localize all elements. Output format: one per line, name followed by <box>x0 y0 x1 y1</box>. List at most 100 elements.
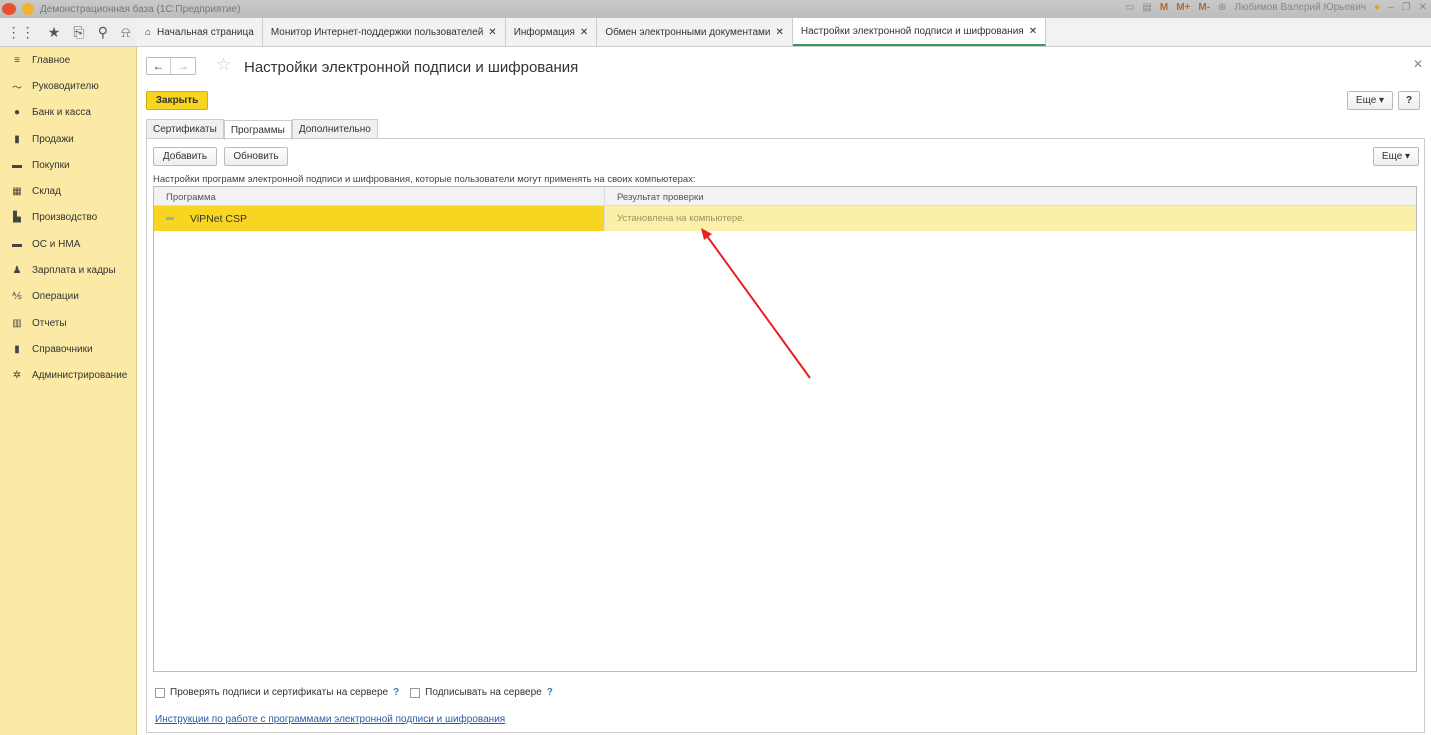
close-button[interactable]: Закрыть <box>146 91 208 110</box>
tab-label: Монитор Интернет-поддержки пользователей <box>270 26 484 38</box>
program-name: ViPNet CSP <box>190 212 247 225</box>
sidebar-item[interactable]: ✲ Администрирование <box>0 363 136 389</box>
app-logo-icon <box>2 3 16 15</box>
sidebar-item[interactable]: ▙ Производство <box>0 205 136 231</box>
operations-icon: ⅍ <box>12 291 22 303</box>
tab-info[interactable]: Информация ✕ <box>506 18 598 46</box>
favorites-star-icon[interactable]: ★ <box>48 24 61 41</box>
history-icon[interactable]: ⎘ <box>73 24 84 41</box>
sign-server-checkbox[interactable] <box>410 687 421 698</box>
sidebar-item-label: Продажи <box>32 133 74 145</box>
bell-icon[interactable]: ⍾ <box>121 24 130 41</box>
close-icon[interactable]: ✕ <box>776 27 784 38</box>
close-icon[interactable]: ✕ <box>580 27 588 38</box>
refresh-button[interactable]: Обновить <box>224 147 288 166</box>
sidebar-item[interactable]: ♟ Зарплата и кадры <box>0 257 136 283</box>
tab-edo[interactable]: Обмен электронными документами ✕ <box>597 18 793 46</box>
zoom-icon[interactable]: ⊕ <box>1218 2 1226 13</box>
tab-programs[interactable]: Программы <box>223 120 292 140</box>
minimize-icon[interactable]: – <box>1388 2 1394 13</box>
add-button[interactable]: Добавить <box>153 147 217 166</box>
more-button[interactable]: Еще ▾ <box>1347 91 1393 110</box>
chart-line-icon: 〜 <box>12 82 22 94</box>
forward-arrow-icon[interactable]: → <box>171 58 195 74</box>
favorite-star-icon[interactable]: ☆ <box>216 55 231 75</box>
bank-icon: ● <box>13 107 21 119</box>
check-server-checkbox[interactable] <box>155 687 165 698</box>
tab-certificates[interactable]: Сертификаты <box>146 119 224 139</box>
close-icon[interactable]: ✕ <box>488 27 496 38</box>
tab-additional[interactable]: Дополнительно <box>291 119 378 139</box>
sidebar-item[interactable]: ▮ Справочники <box>0 336 136 362</box>
panel-more-button[interactable]: Еще ▾ <box>1373 147 1419 166</box>
row-marker-icon <box>166 217 174 220</box>
table-header: Программа Результат проверки <box>154 187 1416 206</box>
sidebar-item[interactable]: ▦ Склад <box>0 178 136 204</box>
sidebar-item-label: Банк и касса <box>32 107 91 119</box>
result-cell: Установлена на компьютере. <box>605 206 1416 231</box>
back-arrow-icon[interactable]: ← <box>147 58 171 74</box>
factory-icon: ▙ <box>13 212 21 224</box>
sidebar-item-label: Зарплата и кадры <box>32 265 116 277</box>
save-icon[interactable]: ▭ <box>1125 2 1134 13</box>
close-icon[interactable]: ✕ <box>1029 26 1037 37</box>
title-bar: Демонстрационная база (1С:Предприятие) ▭… <box>0 0 1431 18</box>
print-icon[interactable]: ▤ <box>1142 2 1151 13</box>
tab-label: Обмен электронными документами <box>605 26 771 38</box>
user-name[interactable]: Любимов Валерий Юрьевич <box>1234 2 1366 13</box>
table-row[interactable]: ViPNet CSP Установлена на компьютере. <box>154 206 1416 231</box>
tab-label: Настройки электронной подписи и шифрован… <box>800 25 1024 37</box>
sidebar-item[interactable]: ≡ Главное <box>0 47 136 73</box>
sign-server-label: Подписывать на сервере <box>425 687 542 698</box>
bag-icon: ▮ <box>14 133 20 145</box>
restore-icon[interactable]: ❐ <box>1402 2 1411 13</box>
sidebar-item[interactable]: ● Банк и касса <box>0 100 136 126</box>
server-options: Проверять подписи и сертификаты на серве… <box>155 687 559 698</box>
sidebar-item[interactable]: ▮ Продажи <box>0 126 136 152</box>
apps-grid-icon[interactable]: ⋮⋮ <box>7 24 35 41</box>
reports-icon: ▥ <box>12 317 22 329</box>
help-icon[interactable]: ? <box>547 687 553 698</box>
sidebar-item[interactable]: ▬ ОС и НМА <box>0 231 136 257</box>
sidebar-item[interactable]: 〜 Руководителю <box>0 73 136 99</box>
programs-table: Программа Результат проверки ViPNet CSP … <box>153 186 1417 672</box>
search-icon[interactable]: ⚲ <box>98 24 108 41</box>
sidebar-item-label: Склад <box>32 186 61 198</box>
sidebar-item[interactable]: ▬ Покупки <box>0 152 136 178</box>
tab-monitor[interactable]: Монитор Интернет-поддержки пользователей… <box>263 18 506 46</box>
mem-minus-button[interactable]: M- <box>1198 2 1210 13</box>
sidebar-item[interactable]: ▥ Отчеты <box>0 310 136 336</box>
sidebar-item-label: Руководителю <box>32 80 99 92</box>
home-icon: ⌂ <box>145 26 152 38</box>
programs-panel: Добавить Обновить Еще ▾ Настройки програ… <box>146 138 1425 733</box>
tab-home[interactable]: ⌂ Начальная страница <box>137 18 263 46</box>
sidebar-item-label: Администрирование <box>32 370 128 382</box>
sidebar-item-label: Производство <box>32 212 98 224</box>
sidebar-item-label: Справочники <box>32 343 93 355</box>
person-icon: ♟ <box>12 265 22 277</box>
sidebar-item-label: Главное <box>32 54 71 66</box>
column-header-result[interactable]: Результат проверки <box>605 187 716 205</box>
mem-plus-button[interactable]: M+ <box>1176 2 1190 13</box>
info-icon[interactable]: ● <box>1374 2 1380 13</box>
help-icon[interactable]: ? <box>393 687 399 698</box>
menu-icon: ≡ <box>14 54 20 66</box>
form-tabs: Сертификаты Программы Дополнительно <box>146 119 378 140</box>
mem-m-button[interactable]: M <box>1160 2 1168 13</box>
column-header-program[interactable]: Программа <box>154 187 605 205</box>
help-button[interactable]: ? <box>1398 91 1420 110</box>
close-form-icon[interactable]: ✕ <box>1413 57 1423 71</box>
program-cell: ViPNet CSP <box>154 206 605 231</box>
description-text: Настройки программ электронной подписи и… <box>153 174 696 185</box>
close-window-icon[interactable]: ✕ <box>1419 2 1427 13</box>
warehouse-icon: ▦ <box>12 186 22 198</box>
cart-icon: ▬ <box>12 159 22 171</box>
sidebar-item[interactable]: ⅍ Операции <box>0 284 136 310</box>
tab-signature-settings[interactable]: Настройки электронной подписи и шифрован… <box>792 18 1047 46</box>
sidebar-item-label: Отчеты <box>32 317 67 329</box>
form-area: ← → ☆ Настройки электронной подписи и ши… <box>146 47 1431 735</box>
instructions-link[interactable]: Инструкции по работе с программами элект… <box>155 714 505 725</box>
open-tabs: ⌂ Начальная страница Монитор Интернет-под… <box>137 18 1431 47</box>
main-menu-icon[interactable] <box>22 3 34 15</box>
check-server-label: Проверять подписи и сертификаты на серве… <box>170 687 389 698</box>
